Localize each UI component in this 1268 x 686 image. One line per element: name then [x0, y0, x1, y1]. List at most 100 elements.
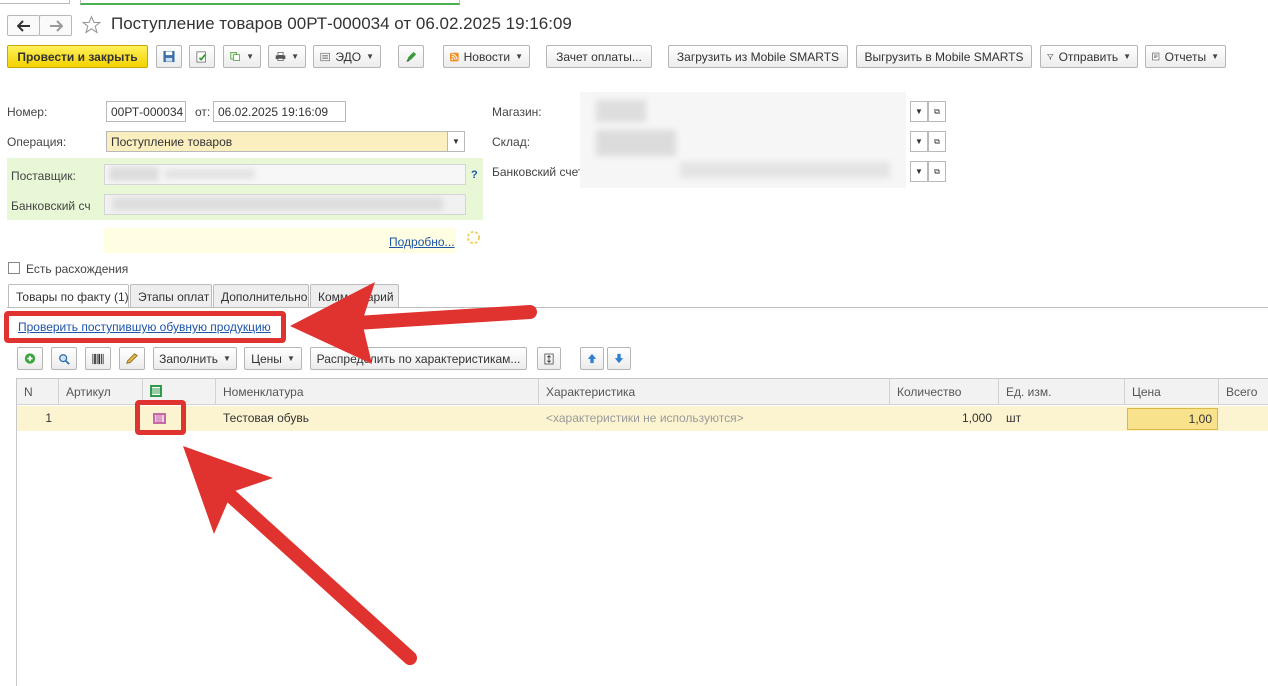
distribute-button[interactable]: Распределить по характеристикам...	[310, 347, 527, 370]
save-button[interactable]	[156, 45, 182, 68]
barcode-icon	[92, 353, 104, 364]
post-and-close-button[interactable]: Провести и закрыть	[7, 45, 148, 68]
warehouse-label: Склад:	[492, 135, 531, 149]
forward-arrow-icon	[50, 20, 63, 32]
load-mobile-smarts-button[interactable]: Загрузить из Mobile SMARTS	[668, 45, 848, 68]
chevron-down-icon: ▼	[915, 167, 923, 176]
rss-icon	[450, 52, 459, 61]
chevron-down-icon: ▼	[915, 137, 923, 146]
supplier-field[interactable]	[104, 164, 466, 185]
row-nomenclature[interactable]: Тестовая обувь	[216, 406, 539, 431]
date-field[interactable]: 06.02.2025 19:16:09	[213, 101, 346, 122]
column-nomenclature[interactable]: Номенклатура	[216, 379, 539, 405]
post-button[interactable]	[189, 45, 215, 68]
back-button[interactable]	[7, 15, 40, 36]
save-icon	[163, 50, 175, 63]
discrepancies-label: Есть расхождения	[26, 262, 129, 276]
row-unit[interactable]: шт	[999, 406, 1125, 431]
forward-button[interactable]	[39, 15, 72, 36]
discrepancies-checkbox[interactable]	[8, 262, 20, 274]
row-total[interactable]	[1219, 406, 1268, 431]
print-button[interactable]: ▼	[268, 45, 306, 68]
send-button[interactable]: Отправить ▼	[1040, 45, 1138, 68]
tab-additional[interactable]: Дополнительно	[213, 284, 309, 307]
bank-account-label-left: Банковский сч	[11, 199, 91, 213]
create-based-on-button[interactable]: ▼	[223, 45, 261, 68]
expand-vertical-icon	[544, 353, 554, 364]
pick-icon	[126, 352, 138, 364]
column-unit[interactable]: Ед. изм.	[999, 379, 1125, 405]
supplier-bank-account-field[interactable]	[104, 194, 466, 215]
blurred-fields-area	[580, 92, 906, 188]
row-price[interactable]: 1,00	[1127, 408, 1218, 430]
row-height-button[interactable]	[537, 347, 561, 370]
warehouse-dropdown-button[interactable]: ▼	[910, 131, 928, 152]
bank-account-label-right: Банковский счет	[492, 165, 584, 179]
edit-button[interactable]	[398, 45, 424, 68]
fill-button[interactable]: Заполнить ▼	[153, 347, 237, 370]
window-tabs-strip	[0, 0, 1268, 8]
details-link[interactable]: Подробно...	[389, 235, 455, 249]
move-down-icon	[614, 353, 624, 364]
store-open-button[interactable]: ⧉	[928, 101, 946, 122]
store-label: Магазин:	[492, 105, 542, 119]
operation-field[interactable]: Поступление товаров	[106, 131, 448, 152]
search-rows-button[interactable]	[51, 347, 77, 370]
row-article[interactable]	[59, 406, 143, 431]
print-icon	[275, 52, 286, 61]
column-total[interactable]: Всего	[1219, 379, 1268, 405]
edo-button[interactable]: ЭДО ▼	[313, 45, 381, 68]
edo-icon	[320, 52, 331, 61]
bank-account-open-button[interactable]: ⧉	[928, 161, 946, 182]
favorite-star-icon[interactable]	[81, 15, 102, 35]
news-label: Новости	[463, 49, 511, 64]
edo-label: ЭДО	[335, 49, 362, 64]
reports-button[interactable]: Отчеты ▼	[1145, 45, 1226, 68]
warehouse-open-button[interactable]: ⧉	[928, 131, 946, 152]
column-article[interactable]: Артикул	[59, 379, 143, 405]
tab-payment-stages[interactable]: Этапы оплат	[130, 284, 212, 307]
payment-offset-button[interactable]: Зачет оплаты...	[546, 45, 652, 68]
barcode-button[interactable]	[85, 347, 111, 370]
tab-goods-actual[interactable]: Товары по факту (1)	[8, 284, 129, 308]
move-up-button[interactable]	[580, 347, 604, 370]
date-label: от:	[195, 105, 211, 119]
move-up-icon	[587, 353, 597, 364]
row-n: 1	[45, 411, 52, 425]
add-row-button[interactable]	[17, 347, 43, 370]
open-icon: ⧉	[934, 166, 940, 176]
store-dropdown-button[interactable]: ▼	[910, 101, 928, 122]
prices-label: Цены	[251, 351, 282, 366]
back-arrow-icon	[17, 20, 30, 32]
highlight-check-link	[4, 311, 286, 343]
row-quantity[interactable]: 1,000	[890, 406, 999, 431]
reports-label: Отчеты	[1164, 49, 1207, 64]
edit-icon	[406, 51, 417, 62]
news-button[interactable]: Новости ▼	[443, 45, 530, 68]
create-based-on-icon	[230, 52, 240, 61]
operation-label: Операция:	[7, 135, 67, 149]
send-label: Отправить	[1058, 49, 1119, 64]
highlight-marking-cell	[135, 400, 186, 435]
column-characteristic[interactable]: Характеристика	[539, 379, 890, 405]
column-price[interactable]: Цена	[1125, 379, 1219, 405]
column-quantity[interactable]: Количество	[890, 379, 999, 405]
chevron-down-icon: ▼	[915, 107, 923, 116]
row-characteristic[interactable]: <характеристики не используются>	[539, 406, 890, 431]
column-marking-icon	[150, 385, 162, 397]
supplier-help-icon[interactable]: ?	[471, 169, 478, 181]
tabs-divider	[7, 307, 1268, 308]
pick-button[interactable]	[119, 347, 145, 370]
loading-spinner-icon	[466, 230, 481, 245]
bank-account-dropdown-button[interactable]: ▼	[910, 161, 928, 182]
operation-dropdown-button[interactable]: ▼	[447, 131, 465, 152]
unload-mobile-smarts-button[interactable]: Выгрузить в Mobile SMARTS	[856, 45, 1032, 68]
page-title: Поступление товаров 00РТ-000034 от 06.02…	[111, 14, 572, 33]
send-icon	[1047, 53, 1054, 60]
prices-button[interactable]: Цены ▼	[244, 347, 302, 370]
tab-comment[interactable]: Комментарий	[310, 284, 399, 307]
move-down-button[interactable]	[607, 347, 631, 370]
column-n[interactable]: N	[17, 379, 59, 405]
chevron-down-icon: ▼	[452, 137, 460, 146]
number-field[interactable]: 00РТ-000034	[106, 101, 186, 122]
